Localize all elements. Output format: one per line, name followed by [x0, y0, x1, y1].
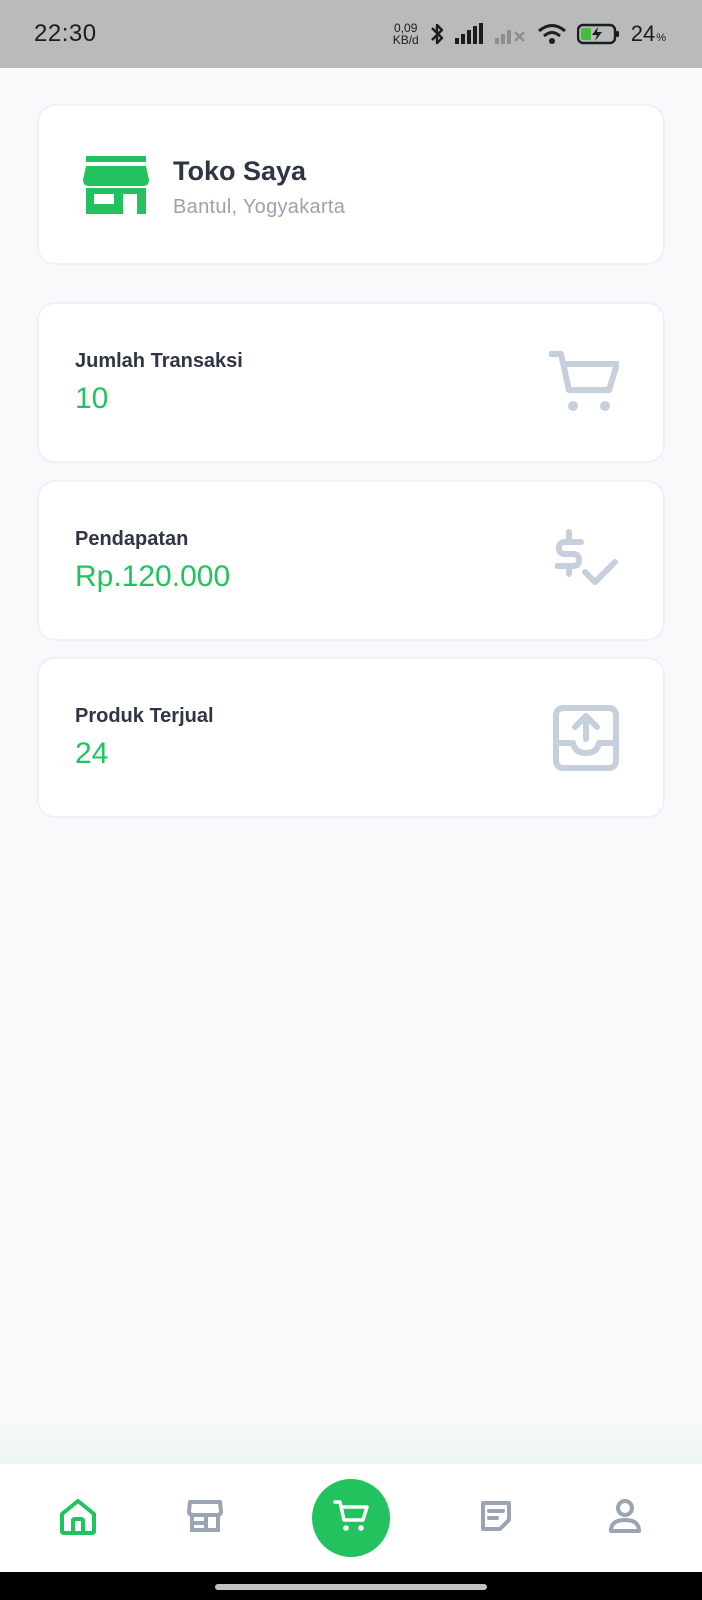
store-name: Toko Saya	[173, 156, 307, 186]
store-icon	[83, 156, 149, 219]
gesture-handle[interactable]	[215, 1584, 487, 1590]
nav-home-button[interactable]	[38, 1464, 118, 1572]
bluetooth-icon	[429, 22, 445, 46]
notes-icon	[479, 1499, 513, 1538]
stat-value: 10	[75, 382, 109, 415]
cart-icon	[548, 350, 620, 419]
battery-percent-value: 24	[630, 21, 656, 46]
stat-label: Pendapatan	[75, 528, 189, 550]
network-speed-unit: KB/d	[392, 33, 419, 47]
store-location: Bantul, Yogyakarta	[173, 196, 346, 218]
stat-card-transactions[interactable]: Jumlah Transaksi 10	[37, 302, 665, 463]
stat-card-revenue[interactable]: Pendapatan Rp.120.000	[37, 480, 665, 641]
battery-percent-sign: %	[656, 32, 666, 44]
dollar-check-icon	[554, 528, 619, 597]
nav-shadow	[0, 1420, 702, 1464]
status-time: 22:30	[34, 20, 97, 47]
battery-percent: 24%	[631, 21, 666, 47]
cart-fab[interactable]	[312, 1479, 390, 1557]
signal-no-service-icon	[494, 23, 527, 45]
store-icon	[187, 1499, 223, 1538]
stat-value: Rp.120.000	[75, 560, 231, 593]
nav-profile-button[interactable]	[585, 1464, 665, 1572]
bottom-nav	[0, 1464, 702, 1572]
user-icon	[608, 1498, 642, 1539]
network-speed: 0,09 KB/d	[393, 22, 419, 46]
stat-value: 24	[75, 737, 109, 770]
status-bar: 22:30 0,09 KB/d 24 %	[0, 0, 702, 68]
stat-label: Jumlah Transaksi	[75, 350, 243, 372]
store-card[interactable]: Toko Saya Bantul, Yogyakarta	[37, 104, 665, 265]
stat-card-products-sold[interactable]: Produk Terjual 24	[37, 657, 665, 818]
tray-upload-icon	[553, 705, 619, 776]
status-icons: 0,09 KB/d 24 %	[393, 21, 666, 47]
stat-label: Produk Terjual	[75, 705, 214, 727]
gesture-area	[0, 1572, 702, 1600]
cart-icon	[333, 1499, 369, 1538]
signal-icon	[454, 23, 485, 45]
home-icon	[58, 1496, 98, 1541]
wifi-icon	[537, 23, 567, 45]
nav-cart-button[interactable]	[311, 1464, 391, 1572]
nav-store-button[interactable]	[165, 1464, 245, 1572]
battery-charging-icon	[576, 23, 621, 45]
nav-notes-button[interactable]	[456, 1464, 536, 1572]
